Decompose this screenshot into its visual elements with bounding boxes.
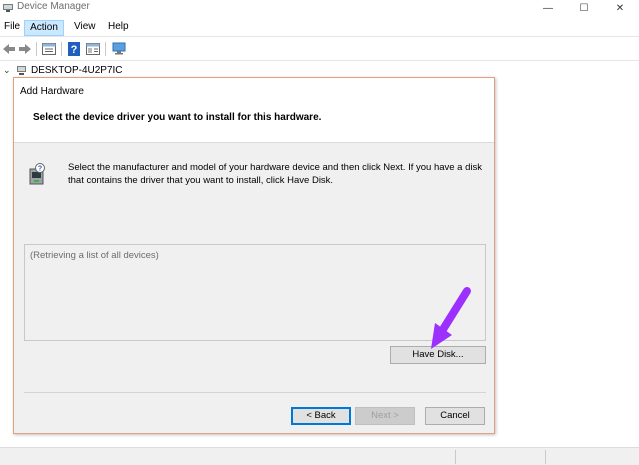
dialog-title: Add Hardware xyxy=(20,86,84,97)
device-list-placeholder: (Retrieving a list of all devices) xyxy=(30,250,159,261)
forward-arrow-icon[interactable] xyxy=(17,41,33,57)
tree-root-row[interactable]: ⌄ DESKTOP-4U2P7IC xyxy=(0,64,300,78)
svg-text:?: ? xyxy=(71,44,78,56)
toolbar-separator xyxy=(105,42,106,56)
dialog-separator xyxy=(24,392,486,393)
menu-action[interactable]: Action xyxy=(24,20,64,36)
close-button[interactable]: ✕ xyxy=(601,0,639,16)
toolbar-separator xyxy=(36,42,37,56)
dialog-header: Add Hardware Select the device driver yo… xyxy=(14,78,494,143)
hardware-device-icon: ? xyxy=(29,163,45,185)
expand-chevron-icon[interactable]: ⌄ xyxy=(3,65,11,76)
maximize-button[interactable]: ☐ xyxy=(565,0,603,16)
next-button[interactable]: Next > xyxy=(355,407,415,425)
device-list[interactable]: (Retrieving a list of all devices) xyxy=(24,244,486,341)
menu-file[interactable]: File xyxy=(2,20,22,36)
annotation-arrow-icon xyxy=(431,287,471,349)
tree-root-label: DESKTOP-4U2P7IC xyxy=(31,65,123,76)
menu-bar: File Action View Help xyxy=(0,18,639,37)
help-icon[interactable]: ? xyxy=(66,41,82,57)
menu-help[interactable]: Help xyxy=(106,20,131,36)
minimize-button[interactable]: — xyxy=(529,0,567,16)
status-bar-divider xyxy=(545,450,546,464)
properties-icon[interactable] xyxy=(41,41,57,57)
status-bar-divider xyxy=(455,450,456,464)
toolbar-separator xyxy=(61,42,62,56)
back-button[interactable]: < Back xyxy=(291,407,351,425)
cancel-button[interactable]: Cancel xyxy=(425,407,485,425)
svg-text:?: ? xyxy=(38,166,42,173)
back-arrow-icon[interactable] xyxy=(1,41,17,57)
menu-view[interactable]: View xyxy=(72,20,98,36)
title-bar: Device Manager — ☐ ✕ xyxy=(0,0,639,16)
computer-icon xyxy=(17,66,26,75)
add-hardware-dialog: Add Hardware Select the device driver yo… xyxy=(13,77,495,434)
device-manager-icon xyxy=(3,4,13,12)
window-title: Device Manager xyxy=(17,1,90,12)
dialog-heading: Select the device driver you want to ins… xyxy=(33,112,322,123)
action-pane-icon[interactable] xyxy=(85,41,101,57)
status-bar xyxy=(0,447,639,465)
monitor-icon[interactable] xyxy=(111,41,127,57)
instruction-text: Select the manufacturer and model of you… xyxy=(68,162,483,186)
toolbar: ? xyxy=(0,38,639,61)
